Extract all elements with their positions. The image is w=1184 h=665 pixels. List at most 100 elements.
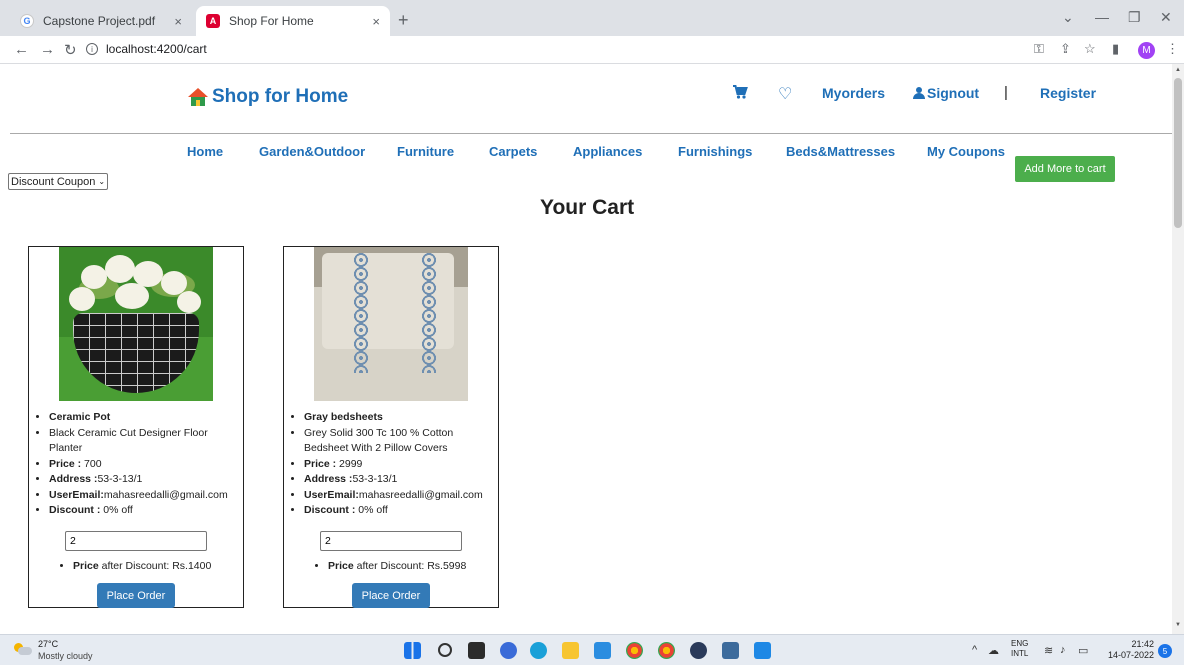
page-scrollbar[interactable]: ▲ ▼	[1172, 64, 1184, 634]
discounted-price: Price after Discount: Rs.1400	[73, 560, 211, 572]
place-order-button[interactable]: Place Order	[352, 583, 430, 608]
signout-link[interactable]: Signout	[913, 85, 979, 101]
tab-label: Shop For Home	[229, 14, 314, 28]
weather-icon[interactable]	[14, 643, 32, 655]
back-arrow-icon[interactable]: ←	[14, 41, 29, 58]
nav-beds-mattresses[interactable]: Beds&Mattresses	[786, 144, 895, 159]
cloud-sync-icon[interactable]: ☁	[988, 644, 999, 657]
nav-my-coupons[interactable]: My Coupons	[927, 144, 1005, 159]
close-tab-icon[interactable]: ×	[174, 14, 182, 29]
list-item: Black Ceramic Cut Designer Floor Planter	[49, 426, 243, 457]
myorders-link[interactable]: Myorders	[822, 85, 885, 101]
weather-temperature: 27°C	[38, 639, 59, 649]
brand-name: Shop for Home	[212, 86, 349, 107]
share-icon[interactable]: ⇪	[1060, 41, 1071, 57]
chrome-icon[interactable]	[626, 642, 643, 659]
task-view-icon[interactable]	[468, 642, 485, 659]
list-item: Discount : 0% off	[49, 503, 243, 519]
windows-start-icon[interactable]	[404, 642, 421, 659]
discount-label: Discount :	[304, 504, 356, 516]
cart-item-card: Ceramic Pot Black Ceramic Cut Designer F…	[28, 246, 244, 608]
side-panel-icon[interactable]: ▮	[1112, 41, 1119, 57]
quantity-input[interactable]	[320, 531, 462, 551]
discount-label: Discount :	[49, 504, 101, 516]
scroll-down-icon[interactable]: ▼	[1175, 622, 1181, 628]
price-label: Price :	[49, 457, 82, 470]
volume-icon[interactable]: ♪	[1060, 644, 1066, 656]
wishlist-heart-icon[interactable]: ♡	[778, 84, 792, 104]
eclipse-icon[interactable]	[690, 642, 707, 659]
file-explorer-icon[interactable]	[562, 642, 579, 659]
minimize-icon[interactable]: —	[1095, 9, 1109, 25]
vscode-icon[interactable]	[754, 642, 771, 659]
price-value: 700	[81, 457, 102, 470]
notification-badge[interactable]: 5	[1158, 644, 1172, 658]
nav-furnishings[interactable]: Furnishings	[678, 144, 752, 159]
edge-icon[interactable]	[530, 642, 547, 659]
cart-icon[interactable]	[732, 84, 748, 105]
brand-logo[interactable]: Shop for Home	[188, 86, 348, 108]
profile-avatar[interactable]: M	[1138, 42, 1155, 59]
discount-value: 0% off	[355, 504, 388, 516]
add-more-to-cart-button[interactable]: Add More to cart	[1015, 156, 1115, 182]
link-separator: |	[1004, 84, 1008, 101]
forward-arrow-icon[interactable]: →	[40, 41, 55, 58]
price-value: 2999	[336, 457, 363, 470]
discount-coupon-select[interactable]: Discount Coupon ⌄	[8, 173, 109, 190]
language-indicator[interactable]: ENG INTL	[1011, 639, 1028, 659]
nav-appliances[interactable]: Appliances	[573, 144, 642, 159]
list-item: Address :53-3-13/1	[304, 472, 498, 488]
lang-top: ENG	[1011, 639, 1029, 648]
url-field[interactable]: i localhost:4200/cart	[86, 42, 207, 56]
image-viewer-icon[interactable]	[722, 642, 739, 659]
nav-furniture[interactable]: Furniture	[397, 144, 454, 159]
search-icon[interactable]	[438, 643, 452, 657]
scroll-up-icon[interactable]: ▲	[1175, 67, 1181, 73]
chat-icon[interactable]	[500, 642, 517, 659]
address-bar: ← → ↻ i localhost:4200/cart ⚿ ⇪ ☆ ▮ M ⋮	[0, 36, 1184, 64]
after-price-label: Price	[328, 560, 354, 572]
after-price-value: after Discount: Rs.1400	[98, 560, 212, 572]
discounted-price: Price after Discount: Rs.5998	[328, 560, 466, 572]
mail-icon[interactable]	[594, 642, 611, 659]
place-order-button[interactable]: Place Order	[97, 583, 175, 608]
angular-icon: A	[206, 14, 220, 28]
info-icon[interactable]: i	[86, 43, 98, 55]
url-text: localhost:4200/cart	[106, 42, 207, 56]
quantity-input[interactable]	[65, 531, 207, 551]
address-label: Address :	[304, 473, 353, 485]
chrome-active-icon[interactable]	[658, 642, 675, 659]
close-window-icon[interactable]: ✕	[1160, 9, 1172, 26]
restore-icon[interactable]: ❐	[1128, 9, 1141, 26]
key-icon[interactable]: ⚿	[1034, 41, 1044, 57]
price-label: Price :	[304, 457, 337, 470]
bookmark-star-icon[interactable]: ☆	[1084, 41, 1096, 57]
house-icon	[188, 88, 208, 106]
tab-search-icon[interactable]: ⌄	[1062, 9, 1074, 26]
list-item: UserEmail:mahasreedalli@gmail.com	[304, 488, 498, 504]
email-value: mahasreedalli@gmail.com	[358, 488, 483, 501]
address-label: Address :	[49, 473, 98, 485]
discount-value: 0% off	[100, 504, 133, 516]
page-content: Shop for Home ♡ Myorders Signout | Regis…	[0, 64, 1172, 634]
browser-tab-bar: G Capstone Project.pdf × A Shop For Home…	[0, 0, 1184, 36]
reload-icon[interactable]: ↻	[64, 41, 77, 59]
email-value: mahasreedalli@gmail.com	[103, 488, 228, 501]
new-tab-button[interactable]: +	[398, 10, 409, 31]
menu-kebab-icon[interactable]: ⋮	[1166, 41, 1179, 57]
wifi-icon[interactable]: ≋	[1044, 644, 1053, 657]
list-item: Ceramic Pot	[49, 410, 243, 426]
list-item: Gray bedsheets	[304, 410, 498, 426]
tab-shop-for-home[interactable]: A Shop For Home ×	[196, 6, 390, 36]
scroll-thumb[interactable]	[1174, 78, 1182, 228]
register-link[interactable]: Register	[1040, 85, 1096, 101]
nav-garden-outdoor[interactable]: Garden&Outdoor	[259, 144, 365, 159]
nav-home[interactable]: Home	[187, 144, 223, 159]
close-tab-icon[interactable]: ×	[372, 14, 380, 29]
address-value: 53-3-13/1	[352, 473, 398, 485]
battery-icon[interactable]: ▭	[1078, 644, 1088, 657]
show-hidden-icons-icon[interactable]: ^	[972, 644, 977, 656]
system-clock[interactable]: 21:42 14-07-2022	[1104, 639, 1154, 661]
nav-carpets[interactable]: Carpets	[489, 144, 537, 159]
tab-capstone-pdf[interactable]: G Capstone Project.pdf ×	[10, 6, 192, 36]
